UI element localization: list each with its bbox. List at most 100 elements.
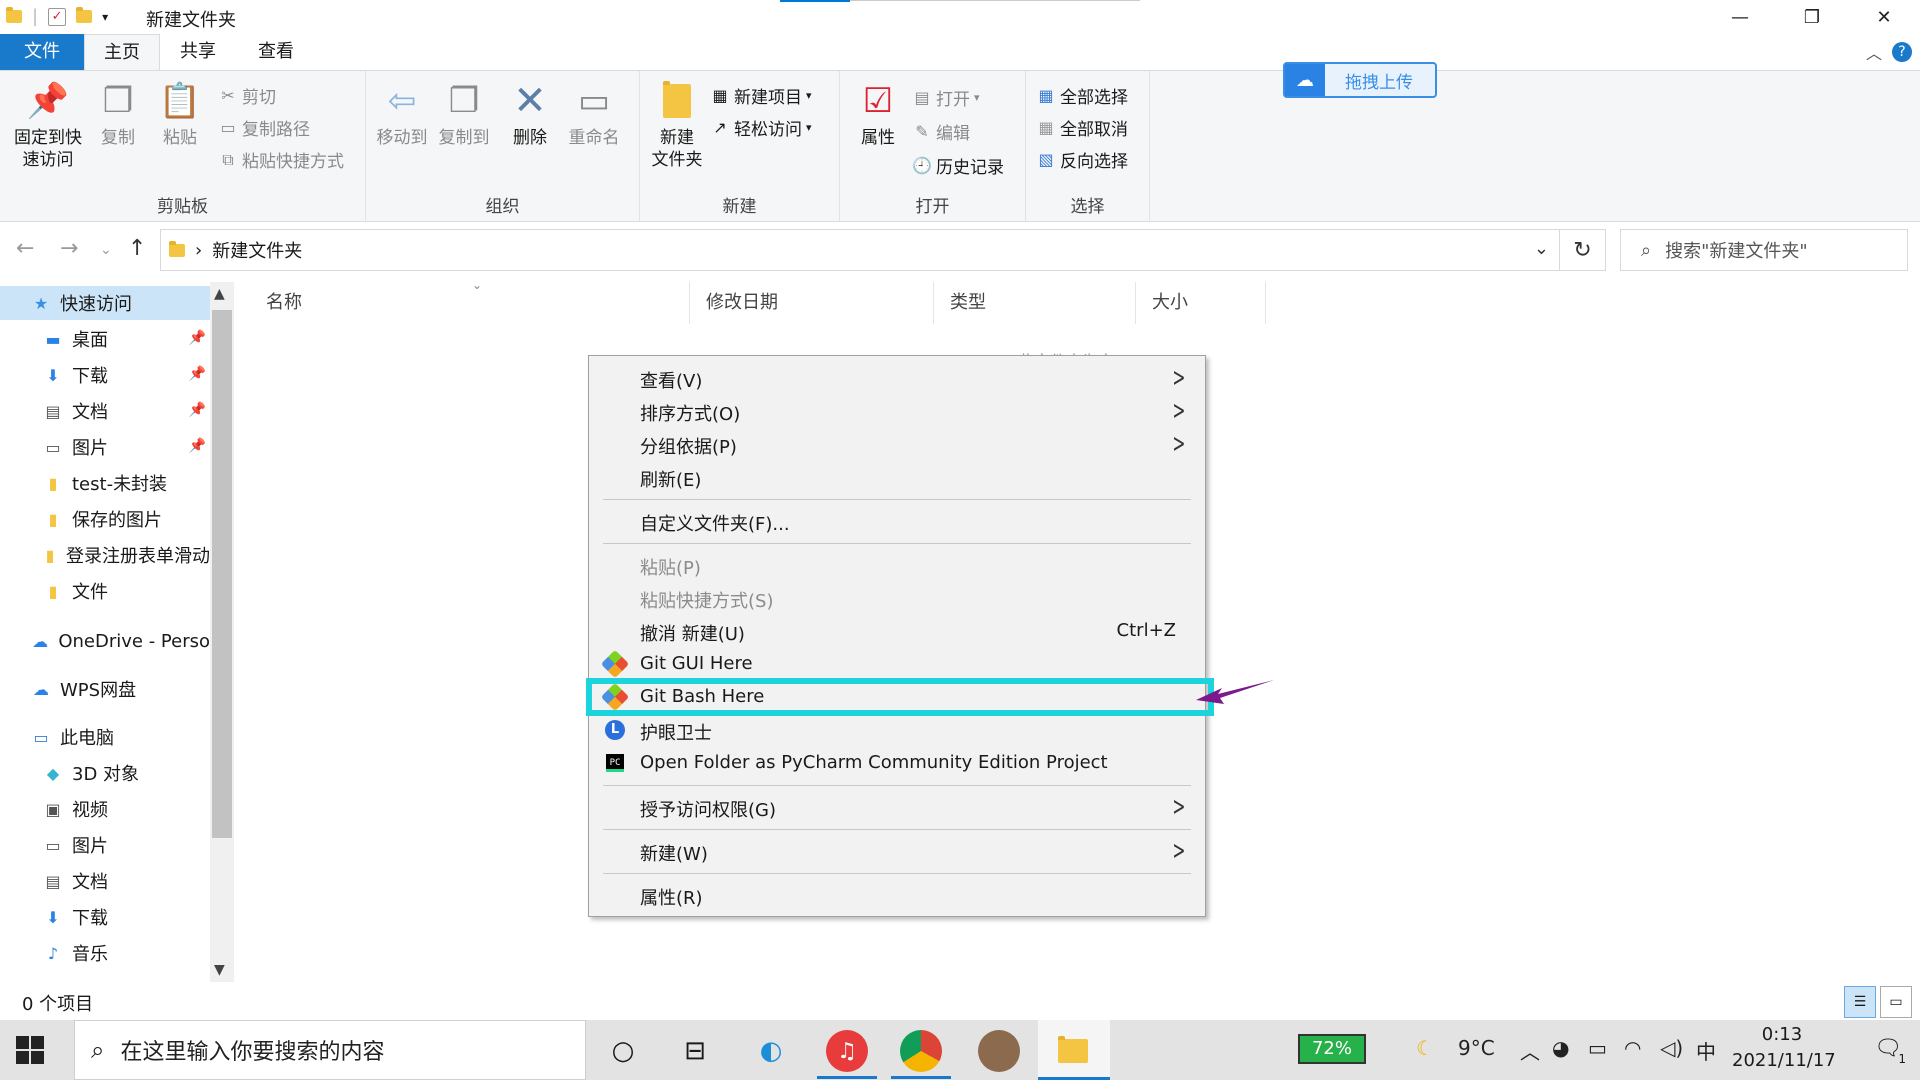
tab-file[interactable]: 文件 xyxy=(0,34,84,70)
new-folder-icon[interactable] xyxy=(76,7,93,23)
task-view-icon[interactable]: ⊟ xyxy=(674,1030,716,1072)
recent-locations-icon[interactable]: ⌄ xyxy=(100,242,112,258)
nav-item[interactable]: ▮ 登录注册表单滑动 xyxy=(0,538,210,572)
context-menu-item[interactable]: L 护眼卫士 xyxy=(590,714,1204,746)
nav-item[interactable]: ♪ 音乐 xyxy=(0,936,210,970)
search-input[interactable]: ⌕ 搜索"新建文件夹" xyxy=(1620,229,1908,271)
taskbar-search-input[interactable]: ⌕ 在这里输入你要搜索的内容 xyxy=(74,1020,586,1080)
windows-start-icon[interactable] xyxy=(16,1036,44,1064)
close-button[interactable]: ✕ xyxy=(1848,0,1920,34)
chrome-icon[interactable] xyxy=(900,1030,942,1072)
nav-item[interactable]: ⬇ 下载 xyxy=(0,900,210,934)
refresh-button[interactable]: ↻ xyxy=(1560,229,1606,271)
edge-browser-icon[interactable]: ◐ xyxy=(750,1030,792,1072)
nav-item[interactable]: ★ 快速访问 xyxy=(0,286,210,320)
ime-indicator[interactable]: 中 xyxy=(1696,1036,1716,1065)
copy-to-button[interactable]: ❐ 复制到 xyxy=(434,79,494,149)
nav-item[interactable]: ▣ 视频 xyxy=(0,792,210,826)
help-icon[interactable]: ? xyxy=(1892,42,1912,62)
nav-item[interactable]: ◆ 3D 对象 xyxy=(0,756,210,790)
copy-path-button[interactable]: ▭ 复制路径 xyxy=(218,115,310,140)
pin-quick-access-button[interactable]: 📌 固定到快 速访问 xyxy=(8,79,88,171)
tab-home[interactable]: 主页 xyxy=(84,34,160,70)
minimize-button[interactable]: — xyxy=(1704,0,1776,34)
easy-access-button[interactable]: ↗ 轻松访问 ▾ xyxy=(710,115,811,140)
details-view-icon[interactable]: ☰ xyxy=(1844,986,1876,1018)
invert-selection-button[interactable]: ▧ 反向选择 xyxy=(1036,147,1128,172)
scroll-down-icon[interactable]: ▼ xyxy=(214,962,225,978)
column-name[interactable]: 名称 xyxy=(250,282,690,324)
context-menu-item[interactable]: 撤消 新建(U) Ctrl+Z xyxy=(590,615,1204,647)
chevron-right-icon[interactable]: › xyxy=(195,240,202,261)
history-button[interactable]: 🕘 历史记录 xyxy=(912,153,1004,178)
file-explorer-icon[interactable] xyxy=(1052,1030,1094,1072)
nav-item[interactable]: ▭ 此电脑 xyxy=(0,720,210,754)
pin-icon[interactable]: 📌 xyxy=(189,366,206,382)
context-menu-item[interactable]: 刷新(E) xyxy=(590,461,1204,493)
properties-button[interactable]: ☑ 属性 xyxy=(854,79,902,149)
qq-icon[interactable]: ◕ xyxy=(1552,1036,1569,1060)
scroll-up-icon[interactable]: ▲ xyxy=(214,286,225,302)
notification-center-icon[interactable]: 🗨 1 xyxy=(1874,1036,1906,1066)
rename-button[interactable]: ▭ 重命名 xyxy=(562,79,626,149)
nav-item[interactable]: ▮ 保存的图片 xyxy=(0,502,210,536)
restore-button[interactable]: ❐ xyxy=(1776,0,1848,34)
volume-icon[interactable]: ◁) xyxy=(1660,1036,1683,1060)
paste-button[interactable]: 📋 粘贴 xyxy=(152,79,208,149)
weather-moon-icon[interactable]: ☾ xyxy=(1416,1036,1434,1060)
nav-item[interactable]: ▭ 图片 xyxy=(0,828,210,862)
context-menu-item[interactable]: 查看(V) > xyxy=(590,362,1204,394)
properties-check-icon[interactable]: ✓ xyxy=(48,7,67,26)
nav-item[interactable]: ☁ WPS网盘 xyxy=(0,672,210,706)
temperature[interactable]: 9°C xyxy=(1458,1036,1495,1060)
up-arrow-icon[interactable]: ↑ xyxy=(128,236,146,261)
context-menu-item[interactable]: 粘贴快捷方式(S) xyxy=(590,582,1204,614)
delete-button[interactable]: ✕ 删除 xyxy=(506,79,554,149)
nav-item[interactable]: ▮ test-未封装 xyxy=(0,466,210,500)
nav-item[interactable]: ▭ 图片 📌 xyxy=(0,430,210,464)
network-icon[interactable]: ◠ xyxy=(1624,1036,1641,1060)
column-size[interactable]: 大小 xyxy=(1136,282,1266,324)
tab-view[interactable]: 查看 xyxy=(236,34,316,70)
nav-item[interactable]: ▮ 文件 xyxy=(0,574,210,608)
collapse-ribbon-icon[interactable]: ︿ xyxy=(1866,40,1882,64)
forward-arrow-icon[interactable]: → xyxy=(60,236,78,261)
copy-button[interactable]: ❐ 复制 xyxy=(90,79,146,149)
pin-icon[interactable]: 📌 xyxy=(189,438,206,454)
nav-scrollbar[interactable]: ▲ ▼ xyxy=(210,282,234,982)
nav-item[interactable]: ☁ OneDrive - Perso xyxy=(0,624,210,658)
nav-item[interactable]: ▬ 桌面 📌 xyxy=(0,322,210,356)
column-date-modified[interactable]: 修改日期 xyxy=(690,282,934,324)
move-to-button[interactable]: ⇦ 移动到 xyxy=(372,79,432,149)
nav-item[interactable]: ▤ 文档 xyxy=(0,864,210,898)
battery-icon[interactable]: ▭ xyxy=(1588,1036,1607,1060)
edit-button[interactable]: ✎ 编辑 xyxy=(912,119,970,144)
large-icons-view-icon[interactable]: ▭ xyxy=(1880,986,1912,1018)
tab-share[interactable]: 共享 xyxy=(160,34,236,70)
context-menu-item[interactable]: 自定义文件夹(F)... xyxy=(590,505,1204,537)
cut-button[interactable]: ✂ 剪切 xyxy=(218,83,276,108)
back-arrow-icon[interactable]: ← xyxy=(16,236,34,261)
context-menu-item[interactable]: 排序方式(O) > xyxy=(590,395,1204,427)
drag-upload-button[interactable]: ☁ 拖拽上传 xyxy=(1283,62,1437,98)
netease-music-icon[interactable]: ♫ xyxy=(826,1030,868,1072)
column-type[interactable]: 类型 xyxy=(934,282,1136,324)
new-folder-button[interactable]: 新建 文件夹 xyxy=(646,79,708,171)
new-item-button[interactable]: ▦ 新建项目 ▾ xyxy=(710,83,811,108)
address-bar[interactable]: › 新建文件夹 ⌄ xyxy=(160,229,1560,271)
context-menu-item[interactable]: 粘贴(P) xyxy=(590,549,1204,581)
cortana-icon[interactable]: ○ xyxy=(602,1030,644,1072)
nav-item[interactable]: ⬇ 下载 📌 xyxy=(0,358,210,392)
pin-icon[interactable]: 📌 xyxy=(189,402,206,418)
nav-item[interactable]: ▤ 文档 📌 xyxy=(0,394,210,428)
context-menu-item[interactable]: 属性(R) xyxy=(590,879,1204,911)
context-menu-item[interactable]: 新建(W) > xyxy=(590,835,1204,867)
battery-indicator[interactable]: 72% xyxy=(1298,1034,1366,1064)
select-all-button[interactable]: ▦ 全部选择 xyxy=(1036,83,1128,108)
clock[interactable]: 0:13 2021/11/17 xyxy=(1732,1022,1836,1074)
chevron-down-icon[interactable]: ▾ xyxy=(102,10,108,24)
select-none-button[interactable]: ▦ 全部取消 xyxy=(1036,115,1128,140)
address-dropdown-icon[interactable]: ⌄ xyxy=(1534,238,1549,259)
context-menu-item[interactable]: PC Open Folder as PyCharm Community Editi… xyxy=(590,747,1204,779)
scroll-thumb[interactable] xyxy=(212,310,232,838)
